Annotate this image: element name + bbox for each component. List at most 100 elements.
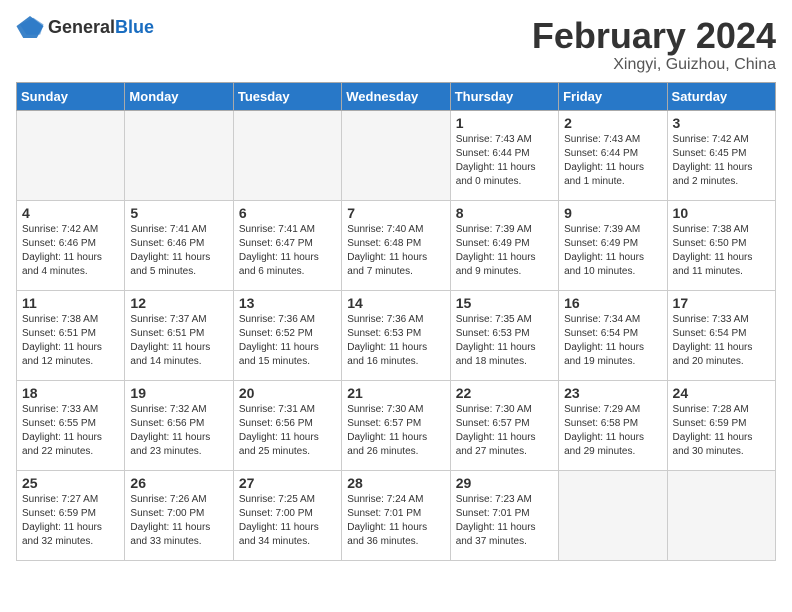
- day-number: 25: [22, 475, 119, 491]
- day-info: Sunrise: 7:33 AMSunset: 6:55 PMDaylight:…: [22, 404, 102, 457]
- day-cell: [17, 110, 125, 200]
- day-cell: 12 Sunrise: 7:37 AMSunset: 6:51 PMDayligh…: [125, 290, 233, 380]
- week-row-3: 11 Sunrise: 7:38 AMSunset: 6:51 PMDayligh…: [17, 290, 776, 380]
- day-number: 3: [673, 115, 770, 131]
- day-cell: 29 Sunrise: 7:23 AMSunset: 7:01 PMDayligh…: [450, 470, 558, 560]
- day-cell: [559, 470, 667, 560]
- day-cell: 6Sunrise: 7:41 AMSunset: 6:47 PMDaylight…: [233, 200, 341, 290]
- week-row-2: 4 Sunrise: 7:42 AMSunset: 6:46 PMDaylight…: [17, 200, 776, 290]
- day-number: 29: [456, 475, 553, 491]
- day-cell: 18 Sunrise: 7:33 AMSunset: 6:55 PMDayligh…: [17, 380, 125, 470]
- day-header-monday: Monday: [125, 82, 233, 110]
- day-number: 26: [130, 475, 227, 491]
- day-number: 18: [22, 385, 119, 401]
- logo-general: General: [48, 17, 115, 37]
- day-info: Sunrise: 7:27 AMSunset: 6:59 PMDaylight:…: [22, 494, 102, 547]
- day-cell: 16Sunrise: 7:34 AMSunset: 6:54 PMDayligh…: [559, 290, 667, 380]
- day-number: 1: [456, 115, 553, 131]
- day-number: 11: [22, 295, 119, 311]
- day-info: Sunrise: 7:29 AMSunset: 6:58 PMDaylight:…: [564, 404, 644, 457]
- calendar-table: SundayMondayTuesdayWednesdayThursdayFrid…: [16, 82, 776, 561]
- header: GeneralBlue February 2024 Xingyi, Guizho…: [16, 16, 776, 74]
- day-info: Sunrise: 7:26 AMSunset: 7:00 PMDaylight:…: [130, 494, 210, 547]
- day-info: Sunrise: 7:41 AMSunset: 6:46 PMDaylight:…: [130, 224, 210, 277]
- day-header-wednesday: Wednesday: [342, 82, 450, 110]
- day-number: 19: [130, 385, 227, 401]
- day-info: Sunrise: 7:30 AMSunset: 6:57 PMDaylight:…: [456, 404, 536, 457]
- day-info: Sunrise: 7:36 AMSunset: 6:52 PMDaylight:…: [239, 314, 319, 367]
- day-info: Sunrise: 7:33 AMSunset: 6:54 PMDaylight:…: [673, 314, 753, 367]
- day-cell: 25 Sunrise: 7:27 AMSunset: 6:59 PMDayligh…: [17, 470, 125, 560]
- day-number: 4: [22, 205, 119, 221]
- day-number: 2: [564, 115, 661, 131]
- day-info: Sunrise: 7:39 AMSunset: 6:49 PMDaylight:…: [564, 224, 644, 277]
- day-number: 21: [347, 385, 444, 401]
- day-cell: [125, 110, 233, 200]
- day-header-tuesday: Tuesday: [233, 82, 341, 110]
- day-info: Sunrise: 7:30 AMSunset: 6:57 PMDaylight:…: [347, 404, 427, 457]
- logo: GeneralBlue: [16, 16, 154, 38]
- day-cell: [233, 110, 341, 200]
- day-cell: 24 Sunrise: 7:28 AMSunset: 6:59 PMDayligh…: [667, 380, 775, 470]
- header-row: SundayMondayTuesdayWednesdayThursdayFrid…: [17, 82, 776, 110]
- day-number: 5: [130, 205, 227, 221]
- day-header-thursday: Thursday: [450, 82, 558, 110]
- day-number: 8: [456, 205, 553, 221]
- day-cell: 28Sunrise: 7:24 AMSunset: 7:01 PMDayligh…: [342, 470, 450, 560]
- day-info: Sunrise: 7:42 AMSunset: 6:46 PMDaylight:…: [22, 224, 102, 277]
- day-number: 15: [456, 295, 553, 311]
- day-cell: 8Sunrise: 7:39 AMSunset: 6:49 PMDaylight…: [450, 200, 558, 290]
- day-cell: 3 Sunrise: 7:42 AMSunset: 6:45 PMDaylight…: [667, 110, 775, 200]
- day-cell: [342, 110, 450, 200]
- day-info: Sunrise: 7:41 AMSunset: 6:47 PMDaylight:…: [239, 224, 319, 277]
- logo-icon: [16, 16, 44, 38]
- day-info: Sunrise: 7:37 AMSunset: 6:51 PMDaylight:…: [130, 314, 210, 367]
- day-info: Sunrise: 7:40 AMSunset: 6:48 PMDaylight:…: [347, 224, 427, 277]
- day-cell: 27 Sunrise: 7:25 AMSunset: 7:00 PMDayligh…: [233, 470, 341, 560]
- day-info: Sunrise: 7:43 AMSunset: 6:44 PMDaylight:…: [564, 134, 644, 187]
- day-number: 23: [564, 385, 661, 401]
- day-number: 12: [130, 295, 227, 311]
- day-cell: 21 Sunrise: 7:30 AMSunset: 6:57 PMDayligh…: [342, 380, 450, 470]
- day-cell: 17 Sunrise: 7:33 AMSunset: 6:54 PMDayligh…: [667, 290, 775, 380]
- day-number: 17: [673, 295, 770, 311]
- day-cell: 1 Sunrise: 7:43 AMSunset: 6:44 PMDaylight…: [450, 110, 558, 200]
- day-cell: 9 Sunrise: 7:39 AMSunset: 6:49 PMDaylight…: [559, 200, 667, 290]
- day-info: Sunrise: 7:32 AMSunset: 6:56 PMDaylight:…: [130, 404, 210, 457]
- day-cell: 22 Sunrise: 7:30 AMSunset: 6:57 PMDayligh…: [450, 380, 558, 470]
- day-info: Sunrise: 7:25 AMSunset: 7:00 PMDaylight:…: [239, 494, 319, 547]
- day-number: 27: [239, 475, 336, 491]
- day-header-sunday: Sunday: [17, 82, 125, 110]
- day-info: Sunrise: 7:36 AMSunset: 6:53 PMDaylight:…: [347, 314, 427, 367]
- title-area: February 2024 Xingyi, Guizhou, China: [532, 16, 776, 74]
- day-info: Sunrise: 7:23 AMSunset: 7:01 PMDaylight:…: [456, 494, 536, 547]
- day-info: Sunrise: 7:43 AMSunset: 6:44 PMDaylight:…: [456, 134, 536, 187]
- day-info: Sunrise: 7:38 AMSunset: 6:50 PMDaylight:…: [673, 224, 753, 277]
- day-cell: 13 Sunrise: 7:36 AMSunset: 6:52 PMDayligh…: [233, 290, 341, 380]
- day-info: Sunrise: 7:42 AMSunset: 6:45 PMDaylight:…: [673, 134, 753, 187]
- day-number: 14: [347, 295, 444, 311]
- day-header-saturday: Saturday: [667, 82, 775, 110]
- day-cell: 19 Sunrise: 7:32 AMSunset: 6:56 PMDayligh…: [125, 380, 233, 470]
- calendar-title: February 2024: [532, 16, 776, 56]
- day-cell: 26 Sunrise: 7:26 AMSunset: 7:00 PMDayligh…: [125, 470, 233, 560]
- day-number: 7: [347, 205, 444, 221]
- day-number: 13: [239, 295, 336, 311]
- day-number: 22: [456, 385, 553, 401]
- day-info: Sunrise: 7:24 AMSunset: 7:01 PMDaylight:…: [347, 494, 427, 547]
- day-info: Sunrise: 7:38 AMSunset: 6:51 PMDaylight:…: [22, 314, 102, 367]
- logo-text: GeneralBlue: [48, 17, 154, 38]
- calendar-subtitle: Xingyi, Guizhou, China: [532, 56, 776, 74]
- day-number: 9: [564, 205, 661, 221]
- day-info: Sunrise: 7:35 AMSunset: 6:53 PMDaylight:…: [456, 314, 536, 367]
- day-cell: 11 Sunrise: 7:38 AMSunset: 6:51 PMDayligh…: [17, 290, 125, 380]
- day-number: 24: [673, 385, 770, 401]
- day-info: Sunrise: 7:28 AMSunset: 6:59 PMDaylight:…: [673, 404, 753, 457]
- day-number: 10: [673, 205, 770, 221]
- week-row-4: 18 Sunrise: 7:33 AMSunset: 6:55 PMDayligh…: [17, 380, 776, 470]
- day-cell: 2 Sunrise: 7:43 AMSunset: 6:44 PMDaylight…: [559, 110, 667, 200]
- day-cell: 10 Sunrise: 7:38 AMSunset: 6:50 PMDayligh…: [667, 200, 775, 290]
- day-cell: 20Sunrise: 7:31 AMSunset: 6:56 PMDayligh…: [233, 380, 341, 470]
- day-cell: 5 Sunrise: 7:41 AMSunset: 6:46 PMDaylight…: [125, 200, 233, 290]
- week-row-1: 1 Sunrise: 7:43 AMSunset: 6:44 PMDaylight…: [17, 110, 776, 200]
